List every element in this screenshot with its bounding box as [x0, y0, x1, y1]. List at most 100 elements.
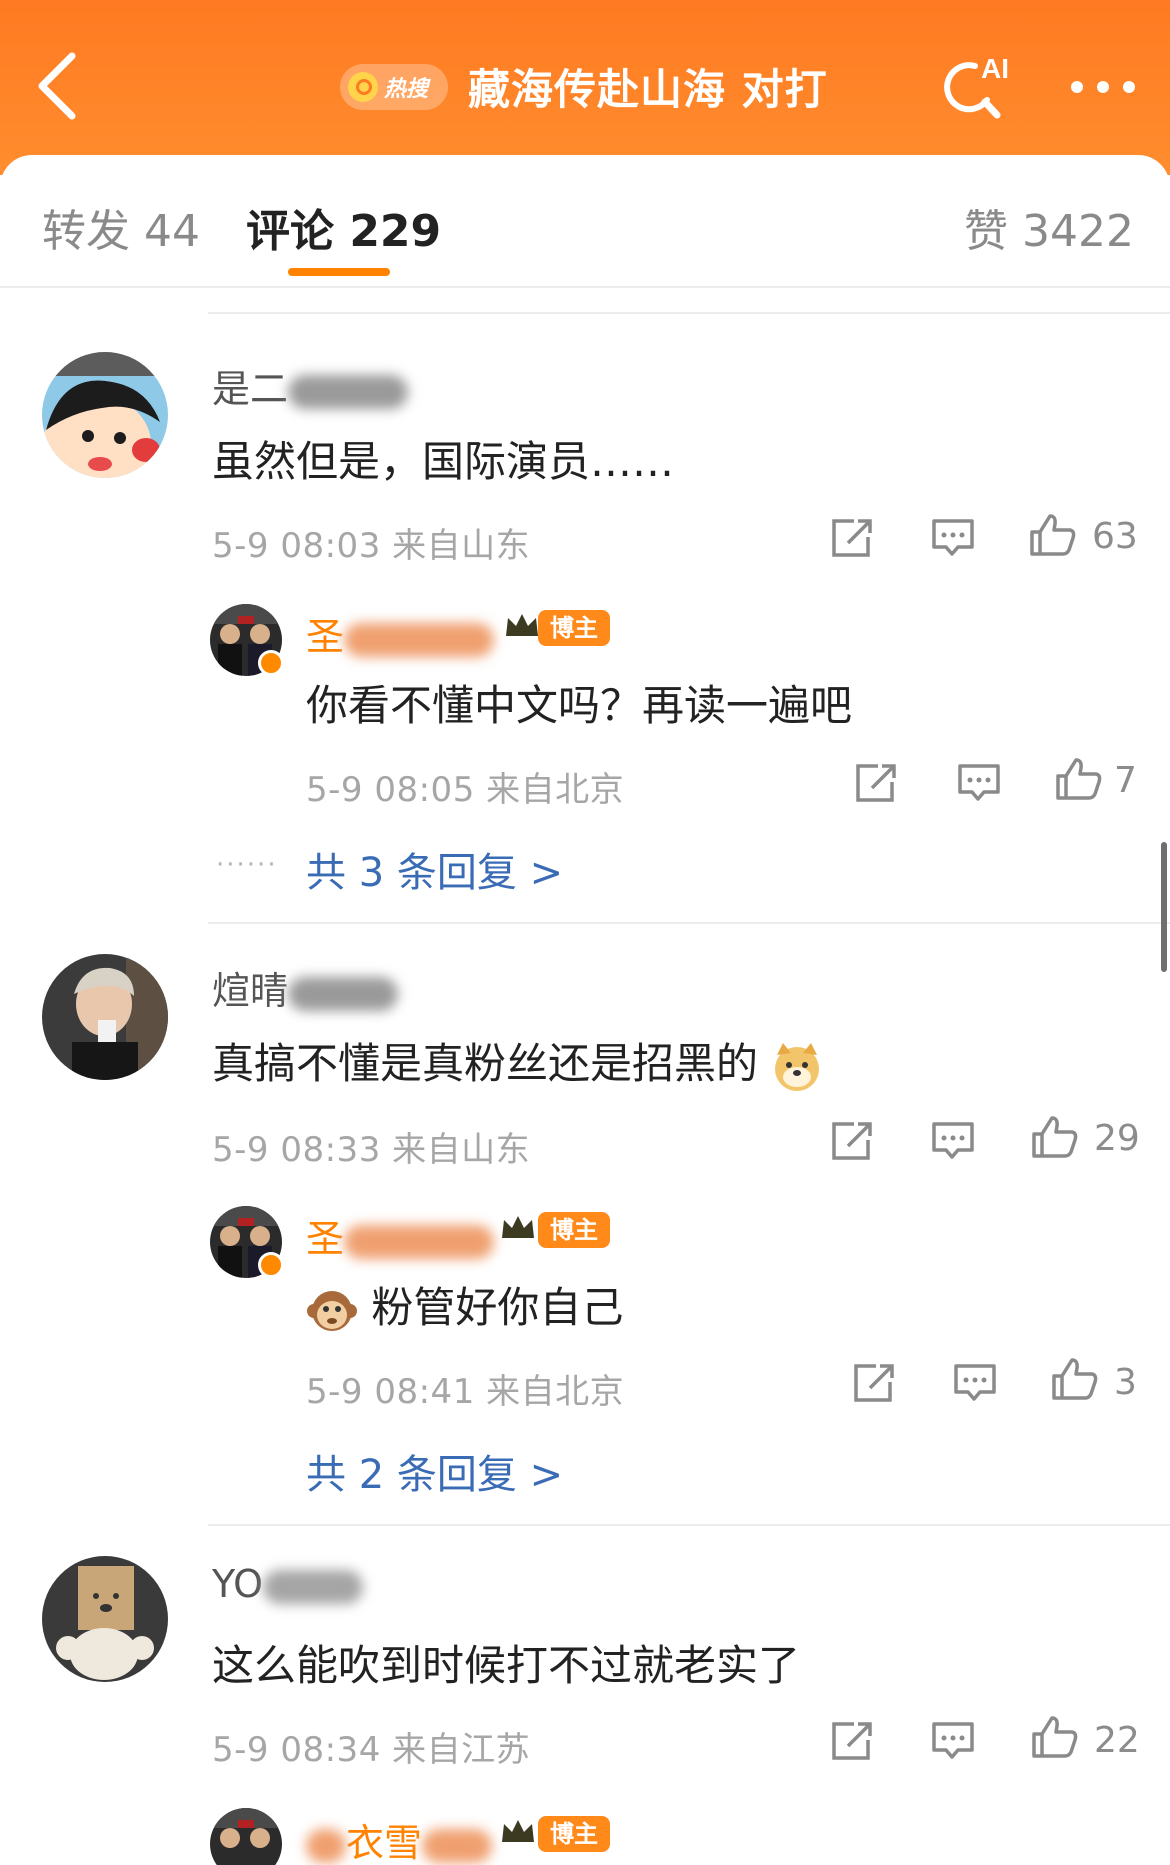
share-button[interactable] [828, 515, 878, 561]
comment-button[interactable] [950, 1360, 1000, 1406]
reply-meta: 5-9 08:05 来自北京 [306, 762, 624, 811]
share-button[interactable] [828, 1118, 878, 1164]
doge-emoji [775, 1042, 820, 1091]
monkey-emoji [307, 1290, 357, 1331]
verified-icon [258, 1252, 284, 1278]
more-replies-link[interactable]: 共 3 条回复 > [306, 840, 563, 898]
scrollbar[interactable] [1161, 842, 1167, 972]
like-count: 63 [1092, 516, 1138, 557]
comment-button[interactable] [928, 1118, 978, 1164]
more-icon [1071, 81, 1135, 93]
comment-meta: 5-9 08:34 来自江苏 [212, 1722, 530, 1771]
username-redaction [306, 1828, 346, 1863]
hot-search-label: 热搜 [384, 77, 429, 102]
reply-time: 5-9 08:41 [306, 1372, 475, 1412]
svg-text:AI: AI [981, 53, 1009, 84]
reply-username[interactable]: 衣雪 [306, 1812, 493, 1865]
username-redaction [288, 374, 409, 409]
share-icon [832, 1122, 872, 1160]
like-icon [1032, 1716, 1078, 1758]
reply-location: 来自北京 [486, 1372, 625, 1412]
comment-time: 5-9 08:34 [212, 1730, 381, 1770]
page-title: 藏海传赴山海 对打 [468, 65, 828, 114]
like-button[interactable] [1050, 1356, 1100, 1402]
tab-active-indicator [288, 268, 390, 276]
username-redaction [263, 1569, 364, 1604]
share-icon [832, 519, 872, 557]
comment-icon [932, 519, 974, 556]
avatar[interactable] [42, 352, 168, 478]
comment-text: 真搞不懂是真粉丝还是招黑的 [212, 1030, 823, 1093]
crown-icon [502, 1216, 534, 1238]
share-button[interactable] [828, 1718, 878, 1764]
reply-text: 粉管好你自己 [306, 1274, 623, 1337]
like-count: 22 [1094, 1720, 1140, 1761]
username-redaction [344, 1224, 495, 1259]
tab-repost[interactable]: 转发 44 [42, 195, 200, 259]
comment-username[interactable]: YO [212, 1562, 364, 1606]
comment-meta: 5-9 08:33 来自山东 [212, 1122, 530, 1171]
tab-comment[interactable]: 评论 229 [246, 195, 441, 259]
reply-username[interactable]: 圣 [306, 1208, 495, 1263]
comment-divider [208, 1524, 1170, 1526]
like-icon [1032, 1116, 1078, 1158]
like-button[interactable] [1030, 1114, 1080, 1160]
comment-icon [932, 1122, 974, 1159]
reply-dots: ······ [216, 850, 278, 880]
comment-time: 5-9 08:03 [212, 526, 381, 566]
comment-meta: 5-9 08:03 来自山东 [212, 518, 530, 567]
crown-icon [506, 614, 538, 636]
share-icon [854, 1364, 894, 1402]
verified-icon [258, 650, 284, 676]
hot-search-badge[interactable]: 热搜 [340, 64, 448, 110]
comment-button[interactable] [928, 1718, 978, 1764]
ai-search-button[interactable]: AI [935, 52, 1017, 122]
comment-text: 这么能吹到时候打不过就老实了 [212, 1641, 801, 1690]
comment-username[interactable]: 是二 [212, 358, 409, 413]
username-redaction [344, 622, 495, 657]
like-icon [1056, 758, 1102, 800]
avatar[interactable] [42, 1556, 168, 1682]
more-button[interactable] [1065, 62, 1141, 112]
comment-username[interactable]: 煊晴 [212, 960, 399, 1015]
share-button[interactable] [850, 1360, 900, 1406]
comment-divider [208, 922, 1170, 924]
crown-icon [502, 1820, 534, 1842]
avatar-image [42, 352, 168, 478]
blogger-badge: 博主 [538, 1212, 610, 1248]
avatar[interactable] [42, 954, 168, 1080]
share-icon [856, 764, 896, 802]
comments-panel [0, 155, 1170, 1865]
tab-like[interactable]: 赞 3422 [964, 195, 1134, 259]
comment-icon [932, 1722, 974, 1759]
like-button[interactable] [1030, 1714, 1080, 1760]
share-icon [832, 1722, 872, 1760]
reply-username[interactable]: 圣 [306, 606, 495, 661]
like-button[interactable] [1028, 512, 1078, 558]
section-divider [208, 312, 1170, 314]
like-count: 7 [1114, 760, 1137, 801]
like-count: 29 [1094, 1118, 1140, 1159]
reply-text: 你看不懂中文吗？再读一遍吧 [306, 681, 853, 730]
back-button[interactable] [28, 48, 98, 124]
username-redaction [422, 1828, 493, 1863]
more-replies-link[interactable]: 共 2 条回复 > [306, 1442, 563, 1500]
tabs-divider [0, 286, 1170, 288]
like-icon [1052, 1358, 1098, 1400]
reply-time: 5-9 08:05 [306, 770, 475, 810]
comment-icon [958, 764, 1000, 801]
comment-time: 5-9 08:33 [212, 1130, 381, 1170]
blogger-badge: 博主 [538, 610, 610, 646]
comment-location: 来自江苏 [392, 1730, 531, 1770]
comment-button[interactable] [954, 760, 1004, 806]
like-count: 3 [1114, 1362, 1137, 1403]
search-icon [348, 72, 378, 102]
username-redaction [288, 976, 399, 1011]
comment-icon [954, 1364, 996, 1401]
like-button[interactable] [1054, 756, 1104, 802]
share-button[interactable] [852, 760, 902, 806]
reply-meta: 5-9 08:41 来自北京 [306, 1364, 624, 1413]
comment-location: 来自山东 [392, 1130, 531, 1170]
comment-button[interactable] [928, 515, 978, 561]
comment-location: 来自山东 [392, 526, 531, 566]
